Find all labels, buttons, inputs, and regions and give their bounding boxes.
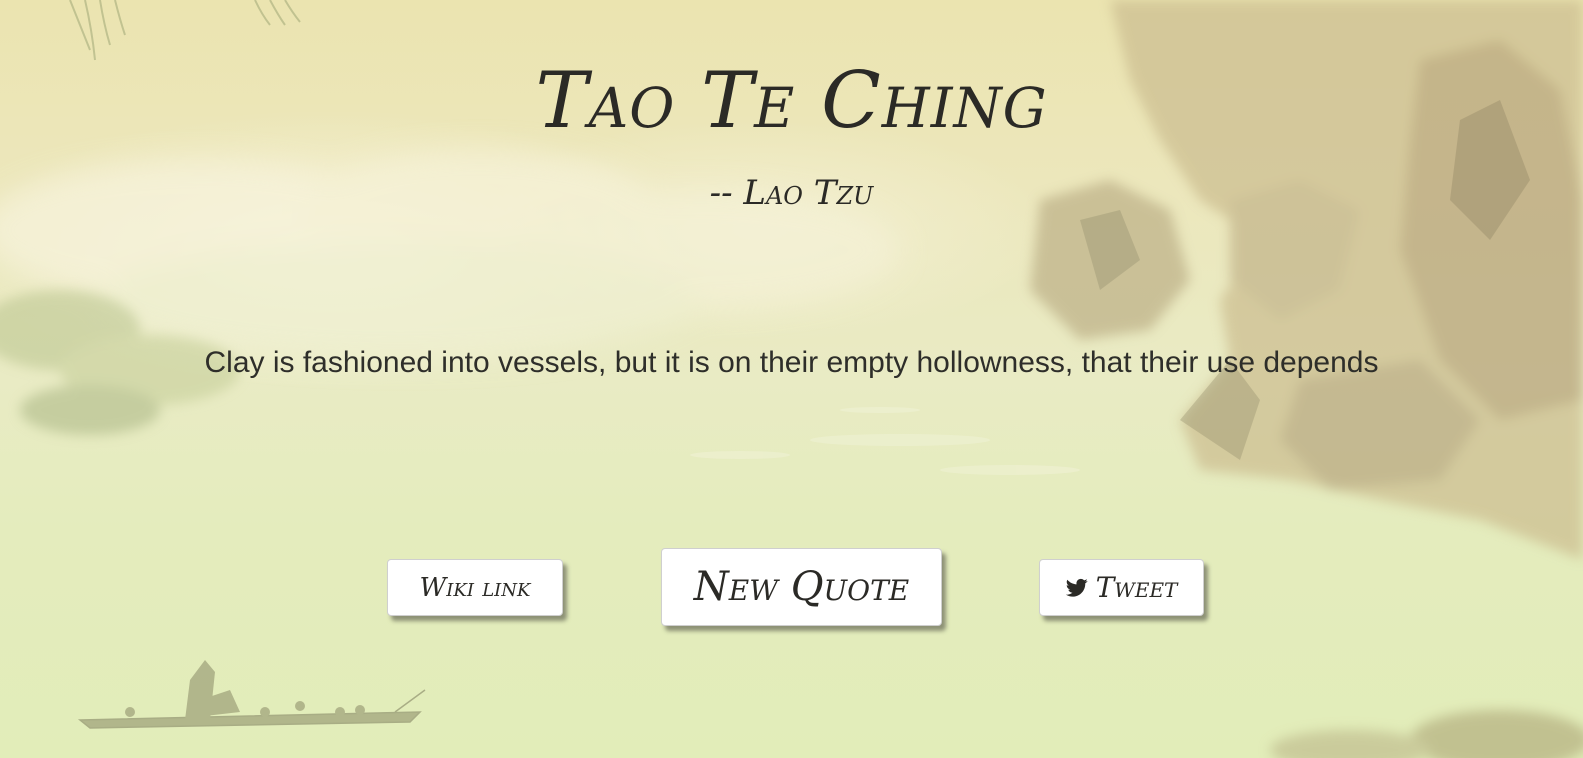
- quote-author: -- Lao Tzu: [709, 173, 874, 213]
- page-title: Tao Te Ching: [535, 56, 1048, 146]
- wiki-link-label: Wiki link: [419, 572, 531, 603]
- wiki-link-button[interactable]: Wiki link: [387, 559, 563, 616]
- new-quote-label: New Quote: [693, 564, 910, 610]
- quote-text: Clay is fashioned into vessels, but it i…: [204, 346, 1379, 379]
- twitter-bird-icon: [1065, 578, 1088, 597]
- new-quote-button[interactable]: New Quote: [661, 548, 942, 626]
- tweet-label: Tweet: [1095, 571, 1178, 604]
- tweet-button[interactable]: Tweet: [1039, 559, 1204, 616]
